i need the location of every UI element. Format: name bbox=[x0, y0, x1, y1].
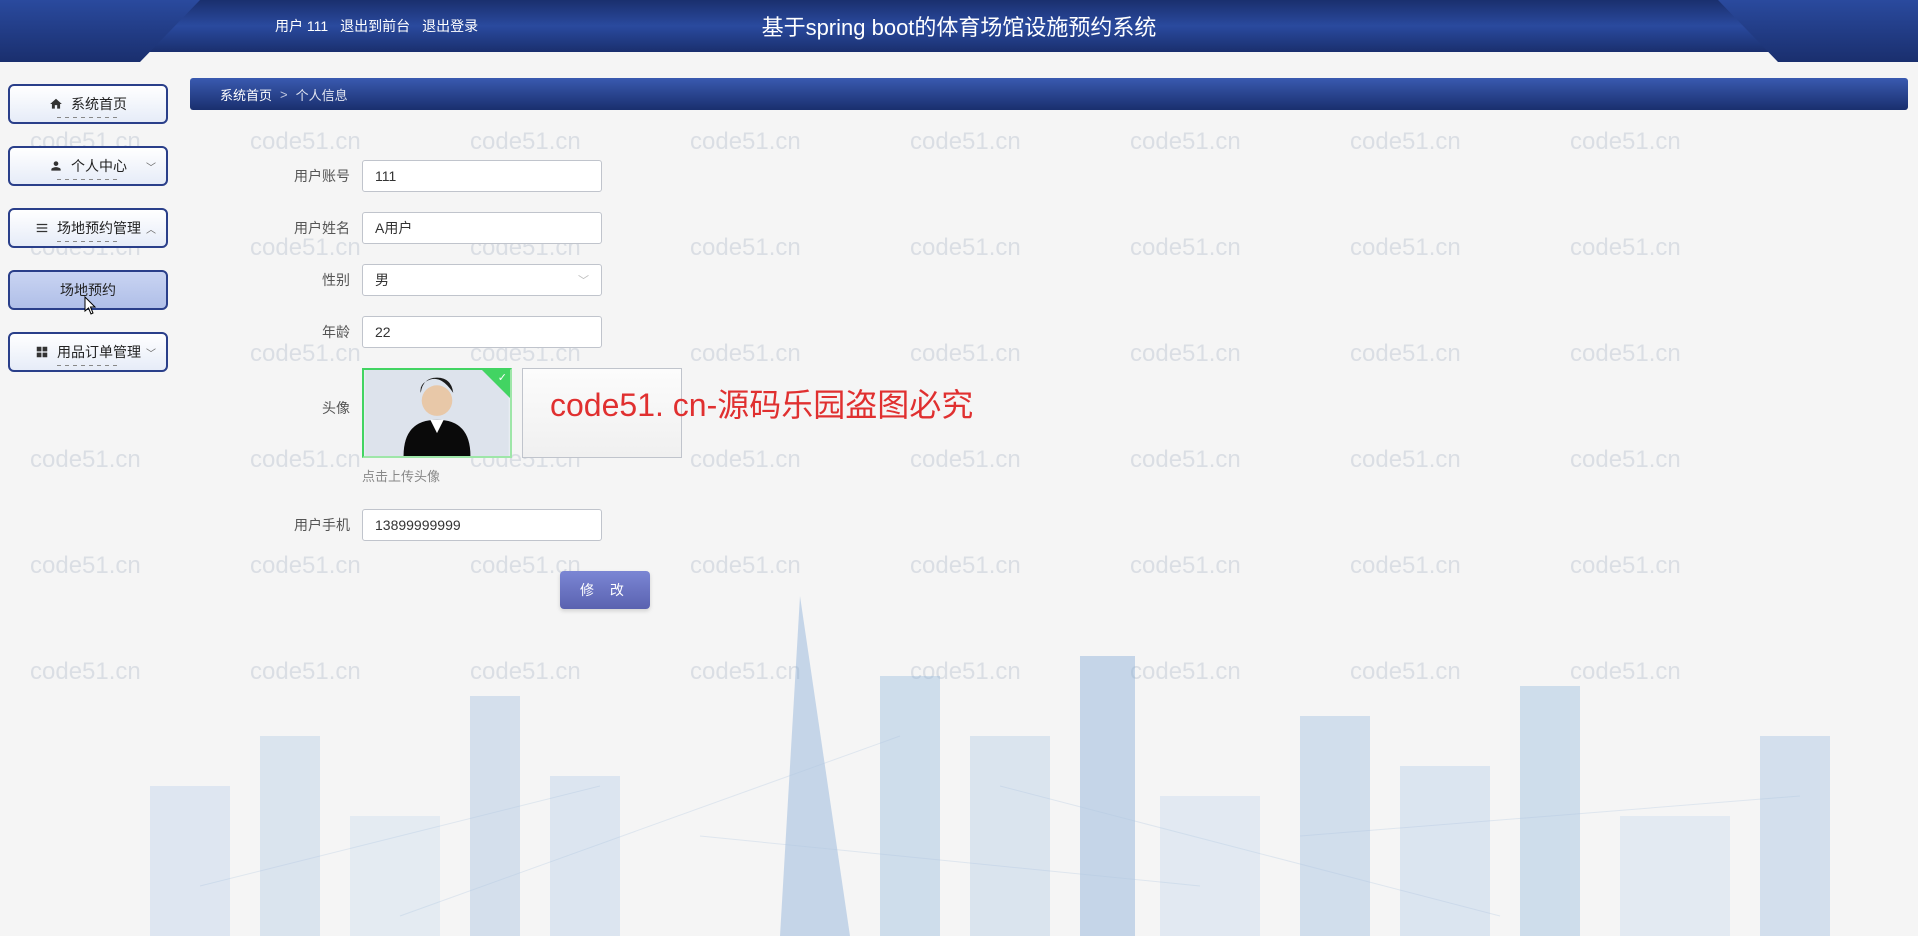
app-title: 基于spring boot的体育场馆设施预约系统 bbox=[762, 10, 1157, 42]
person-icon bbox=[49, 159, 63, 173]
sidebar-item-label: 用品订单管理 bbox=[57, 342, 141, 362]
current-user-label: 用户 111 bbox=[275, 16, 328, 36]
home-icon bbox=[49, 97, 63, 111]
grid-icon bbox=[35, 345, 49, 359]
input-phone[interactable] bbox=[362, 509, 602, 541]
sidebar-item-venue-mgmt[interactable]: 场地预约管理 ︿ bbox=[8, 208, 168, 248]
breadcrumb-root[interactable]: 系统首页 bbox=[220, 85, 272, 104]
exit-to-front-link[interactable]: 退出到前台 bbox=[340, 16, 410, 36]
input-name[interactable] bbox=[362, 212, 602, 244]
chevron-down-icon: ﹀ bbox=[146, 159, 156, 174]
label-phone: 用户手机 bbox=[290, 515, 350, 535]
sidebar-item-venue-reserve[interactable]: 场地预约 bbox=[8, 270, 168, 310]
select-gender[interactable]: 男 ﹀ bbox=[362, 264, 602, 296]
breadcrumb: 系统首页 > 个人信息 bbox=[190, 78, 1908, 110]
sidebar-item-label: 场地预约管理 bbox=[57, 218, 141, 238]
submit-button[interactable]: 修 改 bbox=[560, 571, 650, 609]
avatar-upload-box[interactable] bbox=[522, 368, 682, 458]
sidebar-item-order-mgmt[interactable]: 用品订单管理 ﹀ bbox=[8, 332, 168, 372]
app-header: 用户 111 退出到前台 退出登录 基于spring boot的体育场馆设施预约… bbox=[0, 0, 1918, 52]
main-content: 系统首页 > 个人信息 用户账号 用户姓名 性别 男 ﹀ 年龄 头像 bbox=[190, 78, 1908, 936]
label-name: 用户姓名 bbox=[290, 218, 350, 238]
sidebar-item-label: 场地预约 bbox=[60, 280, 116, 300]
label-gender: 性别 bbox=[290, 270, 350, 290]
sidebar-item-home[interactable]: 系统首页 bbox=[8, 84, 168, 124]
sidebar-nav: 系统首页 个人中心 ﹀ 场地预约管理 ︿ 场地预约 用品订单管理 ﹀ bbox=[8, 84, 168, 394]
breadcrumb-current: 个人信息 bbox=[296, 85, 348, 104]
sidebar-item-label: 系统首页 bbox=[71, 94, 127, 114]
profile-form: 用户账号 用户姓名 性别 男 ﹀ 年龄 头像 bbox=[190, 110, 1908, 609]
sidebar-item-label: 个人中心 bbox=[71, 156, 127, 176]
breadcrumb-separator: > bbox=[280, 87, 288, 102]
label-avatar: 头像 bbox=[290, 398, 350, 418]
label-age: 年龄 bbox=[290, 322, 350, 342]
chevron-down-icon: ﹀ bbox=[578, 272, 589, 288]
sidebar-item-profile[interactable]: 个人中心 ﹀ bbox=[8, 146, 168, 186]
header-user-area: 用户 111 退出到前台 退出登录 bbox=[275, 16, 478, 36]
input-account[interactable] bbox=[362, 160, 602, 192]
logout-link[interactable]: 退出登录 bbox=[422, 16, 478, 36]
list-icon bbox=[35, 221, 49, 235]
input-age[interactable] bbox=[362, 316, 602, 348]
chevron-down-icon: ﹀ bbox=[146, 345, 156, 360]
avatar-upload-hint: 点击上传头像 bbox=[362, 466, 1908, 485]
label-account: 用户账号 bbox=[290, 166, 350, 186]
avatar-preview[interactable] bbox=[362, 368, 512, 458]
select-gender-value: 男 bbox=[375, 270, 389, 290]
chevron-up-icon: ︿ bbox=[146, 221, 156, 236]
